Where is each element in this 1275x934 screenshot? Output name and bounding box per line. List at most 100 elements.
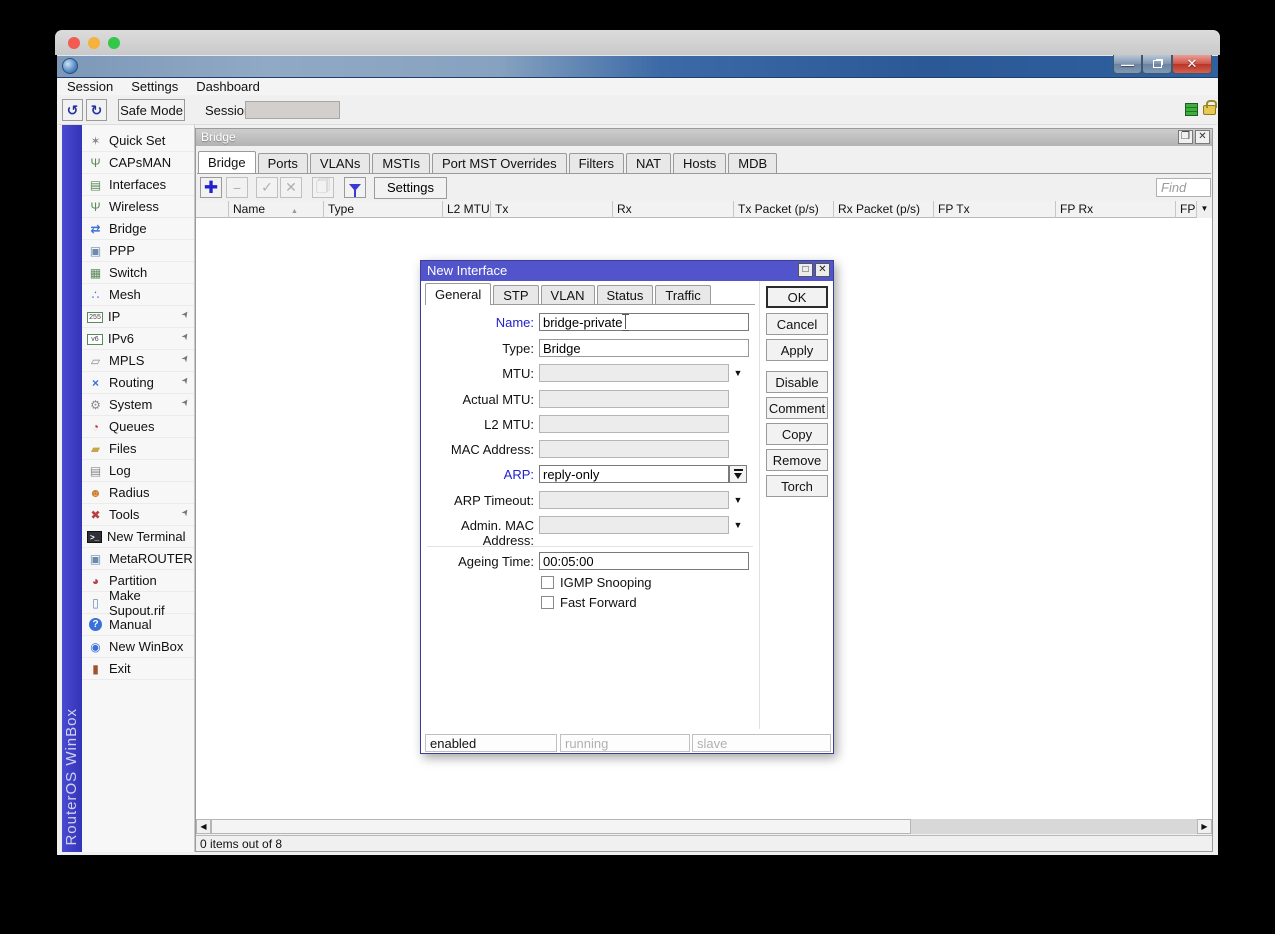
sidebar-item-new-winbox[interactable]: ◉ New WinBox — [82, 636, 194, 658]
tab-stp[interactable]: STP — [493, 285, 539, 305]
mac-address-input[interactable] — [539, 440, 729, 458]
tab-port-mst-overrides[interactable]: Port MST Overrides — [431, 153, 567, 173]
tab-hosts[interactable]: Hosts — [673, 153, 727, 173]
sidebar-item-quick-set[interactable]: ✶ Quick Set — [82, 130, 194, 152]
name-input[interactable] — [539, 313, 749, 331]
scrollbar-thumb[interactable] — [211, 819, 911, 834]
dialog-titlebar[interactable]: New Interface — [421, 261, 833, 281]
menu-session[interactable]: Session — [58, 78, 122, 95]
menu-dashboard[interactable]: Dashboard — [187, 78, 269, 95]
sidebar-item-routing[interactable]: × Routing ➤ — [82, 372, 194, 394]
sidebar-item-log[interactable]: ▤ Log — [82, 460, 194, 482]
disable-item-button[interactable]: ✕ — [280, 177, 302, 198]
admin-mac-dropdown-icon[interactable]: ▼ — [730, 520, 746, 530]
l2-mtu-input[interactable] — [539, 415, 729, 433]
sidebar-item-files[interactable]: ▰ Files — [82, 438, 194, 460]
sidebar-item-metarouter[interactable]: ▣ MetaROUTER — [82, 548, 194, 570]
filter-button[interactable] — [344, 177, 366, 198]
find-input[interactable] — [1156, 178, 1211, 197]
type-input[interactable] — [539, 339, 749, 357]
arp-timeout-input[interactable] — [539, 491, 729, 509]
copy-button[interactable]: Copy — [766, 423, 828, 445]
column-select[interactable] — [196, 201, 229, 218]
dialog-close-button[interactable]: ✕ — [815, 263, 830, 277]
column-tx[interactable]: Tx — [491, 201, 613, 218]
cancel-button[interactable]: Cancel — [766, 313, 828, 335]
settings-button[interactable]: Settings — [374, 176, 447, 199]
column-l2mtu[interactable]: L2 MTU — [443, 201, 491, 218]
tab-mstis[interactable]: MSTIs — [372, 153, 430, 173]
disable-button[interactable]: Disable — [766, 371, 828, 393]
actual-mtu-input[interactable] — [539, 390, 729, 408]
column-fp-tx[interactable]: FP Tx — [934, 201, 1056, 218]
redo-button[interactable]: ↻ — [86, 99, 107, 121]
arp-select[interactable] — [539, 465, 729, 483]
scroll-left-arrow[interactable]: ◀ — [196, 819, 211, 834]
ok-button[interactable]: OK — [766, 286, 828, 308]
macos-minimize-icon[interactable] — [88, 36, 100, 49]
remove-item-button[interactable]: − — [226, 177, 248, 198]
scroll-right-arrow[interactable]: ▶ — [1197, 819, 1212, 834]
sidebar-item-ip[interactable]: 255 IP ➤ — [82, 306, 194, 328]
safe-mode-button[interactable]: Safe Mode — [118, 99, 185, 121]
apply-button[interactable]: Apply — [766, 339, 828, 361]
column-fp-t-truncated[interactable]: FP T — [1176, 201, 1196, 218]
sidebar-item-ipv6[interactable]: v6 IPv6 ➤ — [82, 328, 194, 350]
minimize-button[interactable]: — — [1113, 55, 1142, 74]
mtu-dropdown-icon[interactable]: ▼ — [730, 368, 746, 378]
arp-timeout-dropdown-icon[interactable]: ▼ — [730, 495, 746, 505]
torch-button[interactable]: Torch — [766, 475, 828, 497]
sidebar-item-manual[interactable]: ? Manual — [82, 614, 194, 636]
add-button[interactable]: ✚ — [200, 177, 222, 198]
admin-mac-input[interactable] — [539, 516, 729, 534]
column-type[interactable]: Type — [324, 201, 443, 218]
column-chooser-button[interactable]: ▼ — [1196, 201, 1212, 218]
macos-zoom-icon[interactable] — [108, 36, 120, 49]
sidebar-item-mesh[interactable]: ∴ Mesh — [82, 284, 194, 306]
bridge-close-button[interactable]: ✕ — [1195, 130, 1210, 144]
sidebar-item-wireless[interactable]: Ψ Wireless — [82, 196, 194, 218]
sidebar-item-ppp[interactable]: ▣ PPP — [82, 240, 194, 262]
column-fp-rx[interactable]: FP Rx — [1056, 201, 1176, 218]
sidebar-item-mpls[interactable]: ▱ MPLS ➤ — [82, 350, 194, 372]
enable-button[interactable]: ✓ — [256, 177, 278, 198]
column-rx[interactable]: Rx — [613, 201, 734, 218]
column-rx-packet[interactable]: Rx Packet (p/s) — [834, 201, 934, 218]
column-tx-packet[interactable]: Tx Packet (p/s) — [734, 201, 834, 218]
sidebar-item-switch[interactable]: ▦ Switch — [82, 262, 194, 284]
tab-vlans[interactable]: VLANs — [309, 153, 371, 173]
tab-general[interactable]: General — [425, 283, 492, 305]
comment-button[interactable]: Comment — [766, 397, 828, 419]
close-button[interactable]: ✕ — [1172, 55, 1212, 74]
arp-dropdown-button[interactable] — [729, 465, 747, 483]
sidebar-item-capsman[interactable]: Ψ CAPsMAN — [82, 152, 194, 174]
tab-traffic[interactable]: Traffic — [655, 285, 711, 305]
session-input[interactable] — [245, 101, 340, 119]
igmp-snooping-checkbox[interactable] — [541, 576, 554, 589]
bridge-window-titlebar[interactable]: Bridge — [196, 129, 1212, 146]
column-name[interactable]: Name ▲ — [229, 201, 324, 218]
sidebar-item-radius[interactable]: ☻ Radius — [82, 482, 194, 504]
sidebar-item-interfaces[interactable]: ▤ Interfaces — [82, 174, 194, 196]
tab-filters[interactable]: Filters — [568, 153, 624, 173]
sidebar-item-queues[interactable]: ◔ Queues — [82, 416, 194, 438]
sidebar-item-system[interactable]: ⚙ System ➤ — [82, 394, 194, 416]
dialog-maximize-button[interactable]: □ — [798, 263, 813, 277]
sidebar-item-make-supout[interactable]: ▯ Make Supout.rif — [82, 588, 194, 618]
app-titlebar[interactable] — [57, 55, 1218, 78]
sidebar-item-bridge[interactable]: ⇄ Bridge — [82, 218, 194, 240]
sidebar-item-exit[interactable]: ▮ Exit — [82, 658, 194, 680]
tab-status[interactable]: Status — [596, 285, 654, 305]
undo-button[interactable]: ↺ — [62, 99, 83, 121]
menu-settings[interactable]: Settings — [122, 78, 187, 95]
comment-button[interactable]: 🗍 — [312, 177, 334, 198]
mtu-input[interactable] — [539, 364, 729, 382]
bridge-restore-button[interactable]: ❐ — [1178, 130, 1193, 144]
maximize-button[interactable] — [1142, 55, 1172, 74]
tab-vlan[interactable]: VLAN — [540, 285, 595, 305]
ageing-time-input[interactable] — [539, 552, 749, 570]
sidebar-item-new-terminal[interactable]: >_ New Terminal — [82, 526, 194, 548]
sidebar-item-tools[interactable]: ✖ Tools ➤ — [82, 504, 194, 526]
tab-nat[interactable]: NAT — [625, 153, 672, 173]
remove-button[interactable]: Remove — [766, 449, 828, 471]
